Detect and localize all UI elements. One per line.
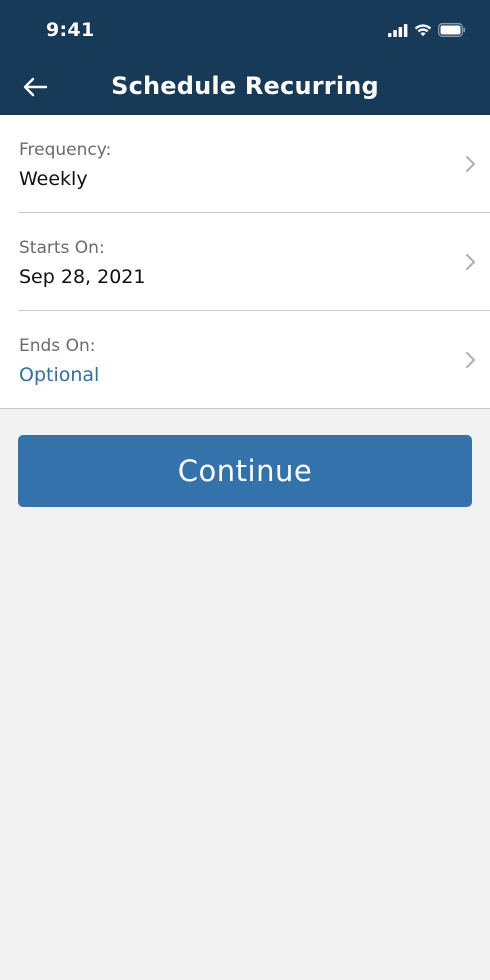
cellular-signal-icon (388, 23, 408, 37)
chevron-right-icon (466, 156, 475, 172)
status-bar: 9:41 (0, 0, 490, 60)
wifi-icon (414, 24, 432, 37)
app-header: 9:41 Schedule Recurring (0, 0, 490, 115)
page-title: Schedule Recurring (111, 72, 379, 100)
schedule-fields-list: Frequency: Weekly Starts On: Sep 28, 202… (0, 115, 490, 409)
ends-on-value: Optional (19, 364, 100, 386)
status-time: 9:41 (46, 19, 95, 41)
status-icons (388, 22, 466, 38)
battery-icon (438, 23, 466, 37)
ends-on-row[interactable]: Ends On: Optional (0, 311, 490, 409)
frequency-row[interactable]: Frequency: Weekly (0, 115, 490, 213)
starts-on-value: Sep 28, 2021 (19, 266, 146, 288)
chevron-right-icon (466, 254, 475, 270)
row-divider (0, 408, 490, 409)
chevron-right-icon (466, 352, 475, 368)
starts-on-row[interactable]: Starts On: Sep 28, 2021 (0, 213, 490, 311)
frequency-value: Weekly (19, 168, 88, 190)
ends-on-label: Ends On: (19, 336, 96, 356)
continue-button[interactable]: Continue (18, 435, 472, 507)
schedule-recurring-screen: 9:41 Schedule Recurring Frequency: Weekl… (0, 0, 490, 980)
nav-bar: Schedule Recurring (0, 60, 490, 115)
starts-on-label: Starts On: (19, 238, 105, 258)
frequency-label: Frequency: (19, 140, 112, 160)
